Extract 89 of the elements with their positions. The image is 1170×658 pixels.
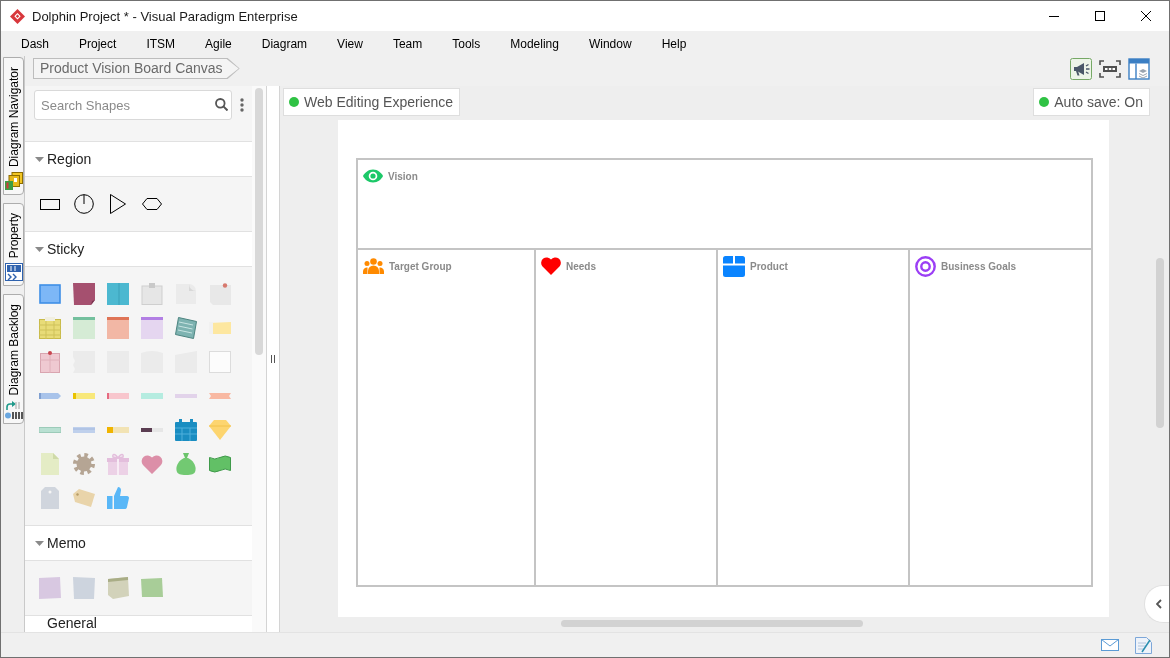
- arrow-bars-icon: [4, 400, 23, 419]
- gem-icon[interactable]: [209, 420, 231, 440]
- note-icon[interactable]: [141, 317, 163, 339]
- section-header[interactable]: General: [25, 615, 252, 632]
- section-title: Memo: [47, 535, 86, 551]
- pinned-note-icon[interactable]: [40, 351, 60, 373]
- scrollbar-thumb[interactable]: [561, 620, 863, 627]
- search-field[interactable]: Search Shapes: [34, 90, 232, 120]
- splitter-grip-icon[interactable]: [271, 355, 275, 363]
- section-title: Region: [47, 151, 92, 167]
- caret-down-icon[interactable]: [35, 246, 44, 252]
- calendar-icon[interactable]: [175, 419, 197, 441]
- section-title: Vision: [388, 170, 418, 182]
- property-sheet-icon: [4, 263, 23, 282]
- status-text: Web Editing Experience: [304, 94, 454, 110]
- tape-icon[interactable]: [141, 427, 163, 433]
- circle-icon[interactable]: [74, 194, 94, 214]
- money-bag-icon[interactable]: [176, 453, 196, 475]
- heart-icon[interactable]: [141, 454, 163, 474]
- status-dot-icon: [289, 97, 299, 107]
- tag-icon[interactable]: [41, 487, 59, 509]
- pinned-note-icon[interactable]: [141, 283, 163, 305]
- menu-item[interactable]: Tools: [452, 36, 481, 51]
- status-dot-icon: [1039, 97, 1050, 107]
- side-tab[interactable]: Property: [3, 203, 24, 287]
- section-title: Product: [750, 260, 788, 272]
- caret-down-icon[interactable]: [35, 540, 44, 546]
- close-icon[interactable]: [1141, 11, 1151, 21]
- note-icon[interactable]: [107, 317, 129, 339]
- rectangle-icon[interactable]: [40, 198, 60, 210]
- note-icon[interactable]: [73, 317, 95, 339]
- section-title: Target Group: [389, 260, 452, 272]
- banknote-icon[interactable]: [209, 455, 231, 473]
- logo-icon: [10, 8, 25, 24]
- maximize-icon[interactable]: [1095, 11, 1105, 21]
- chevron-left-icon[interactable]: [1156, 599, 1162, 609]
- note-icon[interactable]: [39, 577, 61, 599]
- collapse-button[interactable]: [1144, 585, 1169, 623]
- mail-icon[interactable]: [1101, 639, 1119, 651]
- note-icon[interactable]: [141, 578, 163, 598]
- scrollbar-thumb[interactable]: [255, 88, 263, 355]
- menu-item[interactable]: Agile: [205, 36, 232, 51]
- note-icon[interactable]: [107, 283, 129, 305]
- menu-item[interactable]: Window: [588, 36, 632, 51]
- triangle-icon[interactable]: [110, 194, 126, 214]
- section-header[interactable]: Sticky: [25, 231, 252, 267]
- section-header[interactable]: Memo: [25, 525, 252, 561]
- hexagon-icon[interactable]: [142, 198, 162, 210]
- gift-icon[interactable]: [107, 453, 129, 475]
- window-title: Dolphin Project * - Visual Paradigm Enterprise: [32, 8, 298, 24]
- section-title: Business Goals: [941, 260, 1017, 272]
- menu-item[interactable]: View: [337, 36, 363, 51]
- note-icon[interactable]: [73, 577, 95, 599]
- minimize-icon[interactable]: [1049, 15, 1059, 17]
- pinned-note-icon[interactable]: [209, 283, 231, 305]
- section-title: Sticky: [47, 241, 85, 257]
- tag-icon[interactable]: [73, 489, 95, 507]
- scrollbar-thumb[interactable]: [1156, 258, 1164, 428]
- side-tab[interactable]: Diagram Navigator: [3, 57, 24, 196]
- section-title: General: [47, 616, 97, 631]
- menu-item[interactable]: Dash: [21, 36, 49, 51]
- menu-item[interactable]: Diagram: [261, 36, 308, 51]
- side-tab[interactable]: Diagram Backlog: [3, 294, 24, 424]
- document-pen-icon[interactable]: [1135, 636, 1152, 654]
- lined-note-icon[interactable]: [39, 317, 61, 339]
- thumbs-up-icon[interactable]: [107, 487, 129, 509]
- breadcrumb[interactable]: Product Vision Board Canvas: [33, 58, 240, 79]
- menu-item[interactable]: Project: [79, 36, 117, 51]
- note-icon[interactable]: [209, 322, 231, 334]
- menu-item[interactable]: Team: [392, 36, 423, 51]
- curled-note-icon[interactable]: [107, 577, 129, 599]
- section-header[interactable]: Region: [25, 141, 252, 177]
- curled-note-icon[interactable]: [73, 283, 95, 305]
- page-icon[interactable]: [41, 453, 59, 475]
- menu-item[interactable]: ITSM: [146, 36, 176, 51]
- notepad-icon[interactable]: [175, 317, 197, 339]
- fit-screen-icon[interactable]: [1099, 58, 1121, 80]
- menu-item[interactable]: Modeling: [510, 36, 559, 51]
- megaphone-icon[interactable]: [1070, 58, 1092, 80]
- more-options-icon[interactable]: [240, 98, 244, 112]
- search-icon[interactable]: [215, 98, 228, 111]
- stacked-frames-icon: [4, 172, 23, 191]
- note-icon[interactable]: [39, 284, 61, 304]
- menu-item[interactable]: Help: [661, 36, 687, 51]
- section-title: Needs: [566, 260, 596, 272]
- status-text: Auto save: On: [1054, 94, 1143, 110]
- caret-down-icon[interactable]: [35, 156, 44, 162]
- window-layout-icon[interactable]: [1128, 58, 1150, 80]
- gear-icon[interactable]: [73, 453, 95, 475]
